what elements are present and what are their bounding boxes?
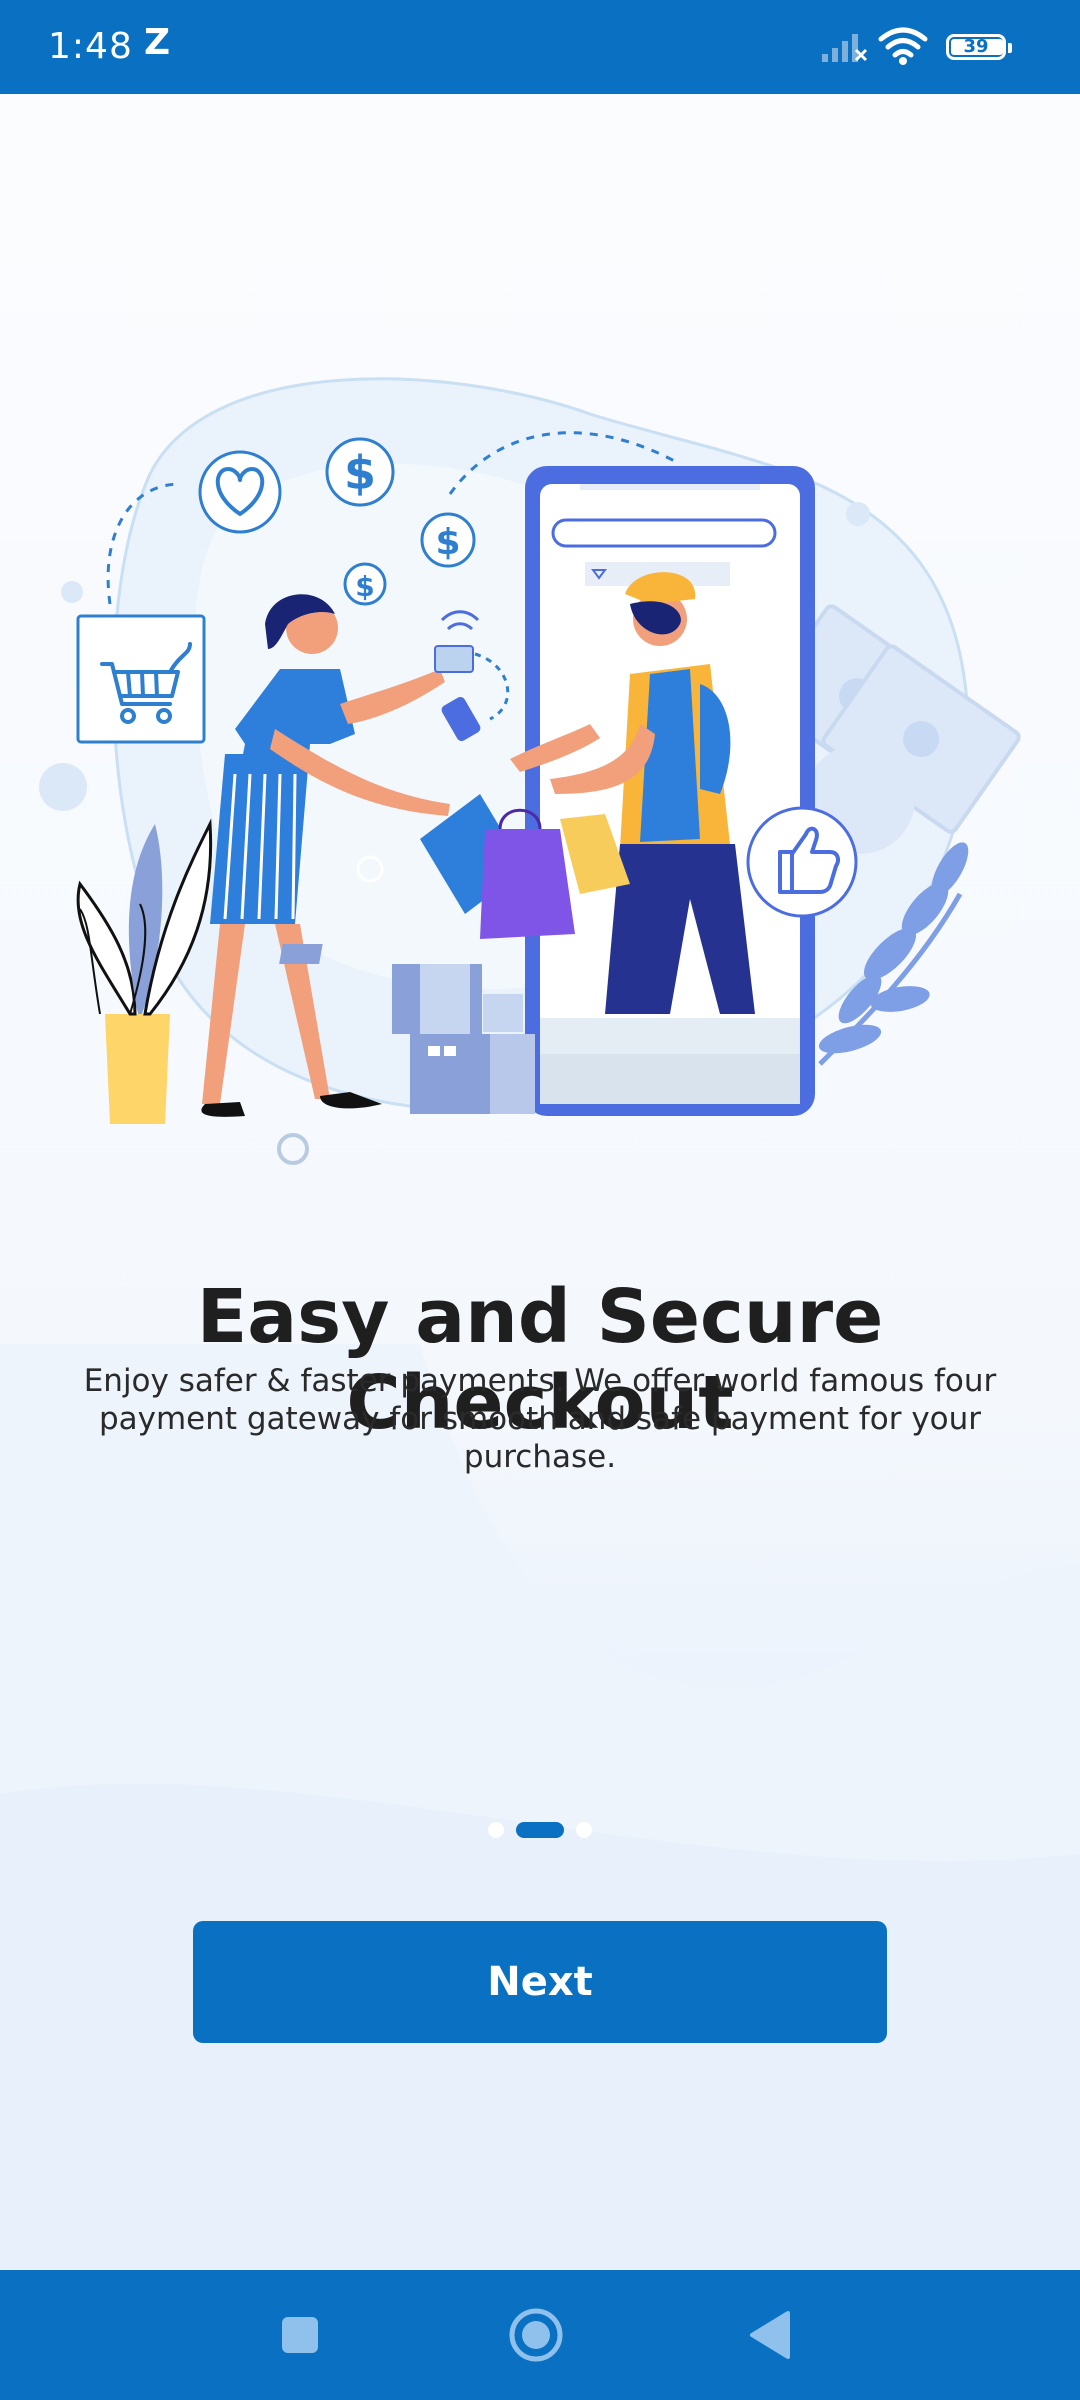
svg-text:$: $ — [355, 570, 374, 603]
signal-icon — [822, 34, 868, 62]
navigation-bar — [0, 2270, 1080, 2400]
page-dot-2-active[interactable] — [516, 1821, 564, 1838]
status-bar: 1:48 Z 39 — [0, 0, 1080, 94]
back-button[interactable] — [710, 2270, 830, 2400]
page-indicator — [0, 1819, 1080, 1843]
battery-level: 39 — [963, 36, 989, 57]
back-icon — [750, 2311, 790, 2359]
next-button[interactable]: Next — [193, 1921, 887, 2043]
status-time: 1:48 — [48, 26, 133, 67]
recent-apps-icon — [282, 2317, 318, 2353]
status-icons: 39 — [820, 27, 1020, 68]
recent-apps-button[interactable] — [240, 2270, 360, 2400]
wifi-icon — [878, 27, 928, 65]
onboarding-screen: 1:48 Z 39 $ $ $ Easy and Secure Checkout… — [0, 0, 1080, 2400]
page-dot-3[interactable] — [576, 1821, 592, 1838]
checkout-illustration: $ $ $ — [39, 377, 1021, 1165]
onboarding-description: Enjoy safer & faster payments. We offer … — [83, 1363, 997, 1475]
onboarding-content: $ $ $ Easy and Secure Checkout Enjoy saf… — [0, 94, 1080, 2270]
home-icon — [509, 2308, 563, 2362]
battery-icon: 39 — [946, 34, 1012, 60]
next-button-label: Next — [487, 1959, 593, 2005]
svg-text:$: $ — [344, 446, 376, 500]
svg-text:$: $ — [435, 522, 460, 563]
app-indicator: Z — [144, 22, 171, 63]
home-button[interactable] — [476, 2270, 596, 2400]
page-dot-1[interactable] — [488, 1821, 504, 1838]
